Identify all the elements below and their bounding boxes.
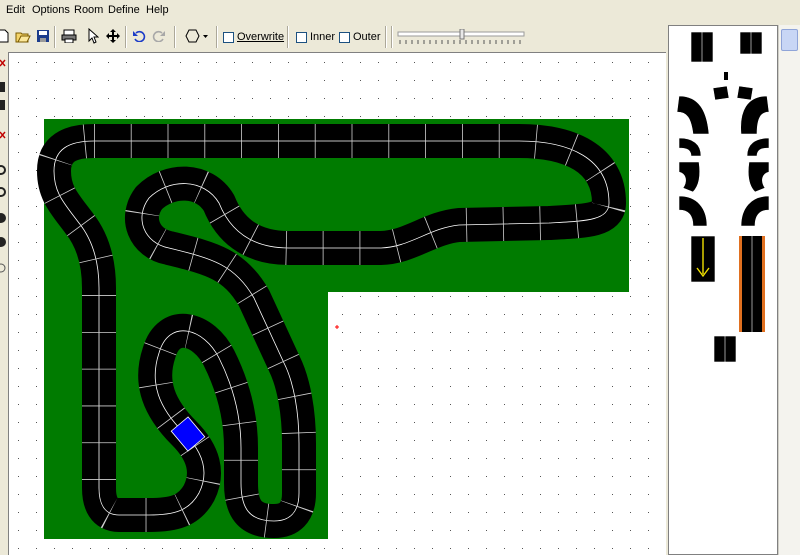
palette-piece-curve-small: [712, 85, 730, 101]
zoom-slider[interactable]: [396, 28, 526, 45]
slider-track: [397, 28, 525, 44]
palette-piece-curve-small: [736, 85, 754, 101]
print-button[interactable]: [60, 27, 78, 45]
print-icon: [61, 29, 77, 43]
outer-checkbox[interactable]: Outer: [339, 31, 381, 43]
select-tool-button[interactable]: [84, 27, 102, 45]
save-file-button[interactable]: [34, 27, 52, 45]
save-icon: [37, 30, 49, 42]
track-layout: [9, 53, 666, 555]
palette-pieces: [676, 31, 770, 363]
toolbar-separator: [125, 26, 127, 48]
palette-piece-start: [690, 235, 716, 283]
menu-room[interactable]: Room: [74, 4, 103, 16]
palette-scrollbar[interactable]: [778, 25, 800, 555]
palette-piece-curve-right: [747, 161, 770, 193]
toolbar-separator: [54, 26, 56, 48]
shape-icon: [185, 29, 208, 43]
pointer-icon: [88, 28, 99, 44]
toolbar-separator: [174, 26, 176, 48]
shape-dropdown-button[interactable]: [182, 27, 210, 45]
palette-piece-straight-long: [690, 31, 714, 63]
track-piece-palette[interactable]: [668, 25, 778, 555]
undo-icon: [133, 30, 146, 42]
redo-icon: [152, 30, 165, 42]
menu-options[interactable]: Options: [32, 4, 70, 16]
palette-piece-curve-left: [678, 161, 701, 193]
toolbar: Overwrite Inner Outer: [0, 24, 665, 50]
toolbar-separator: [216, 26, 218, 48]
track-canvas[interactable]: [8, 52, 666, 555]
outer-checkbox-box[interactable]: [339, 31, 350, 43]
palette-piece-straight-short: [739, 31, 763, 55]
menu-help[interactable]: Help: [146, 4, 169, 16]
move-icon: [106, 29, 120, 43]
menu-define[interactable]: Define: [108, 4, 140, 16]
toolbar-separator: [287, 26, 289, 48]
overwrite-label: Overwrite: [237, 31, 285, 43]
slider-thumb: [459, 28, 465, 40]
palette-piece-curve-right: [746, 137, 770, 157]
palette-piece-tiny: [724, 72, 728, 80]
palette-piece-curve-left: [676, 95, 710, 135]
menu-bar: Edit Options Room Define Help: [0, 0, 800, 20]
redo-button[interactable]: [150, 27, 168, 45]
outer-label: Outer: [353, 31, 381, 43]
new-file-button[interactable]: [0, 27, 12, 45]
inner-checkbox[interactable]: Inner: [296, 31, 335, 43]
new-icon: [0, 29, 9, 43]
palette-piece-bordered: [739, 236, 765, 332]
menu-edit[interactable]: Edit: [6, 4, 25, 16]
scrollbar-thumb[interactable]: [781, 29, 798, 51]
open-file-button[interactable]: [14, 27, 32, 45]
open-icon: [15, 32, 31, 43]
palette-piece-curve-right: [740, 195, 770, 227]
inner-label: Inner: [310, 31, 336, 43]
palette-piece-curve-left: [678, 195, 708, 227]
toolbar-separator: [391, 26, 393, 48]
palette-piece-curve-left: [678, 137, 702, 157]
undo-button[interactable]: [130, 27, 148, 45]
overwrite-checkbox-box[interactable]: [223, 31, 234, 43]
palette-piece-curve-right: [740, 95, 770, 135]
left-tool-strip: [0, 52, 8, 555]
move-tool-button[interactable]: [104, 27, 122, 45]
inner-checkbox-box[interactable]: [296, 31, 307, 43]
overwrite-checkbox[interactable]: Overwrite: [223, 31, 284, 43]
palette-piece-crossover: [713, 335, 737, 363]
toolbar-separator: [385, 26, 387, 48]
